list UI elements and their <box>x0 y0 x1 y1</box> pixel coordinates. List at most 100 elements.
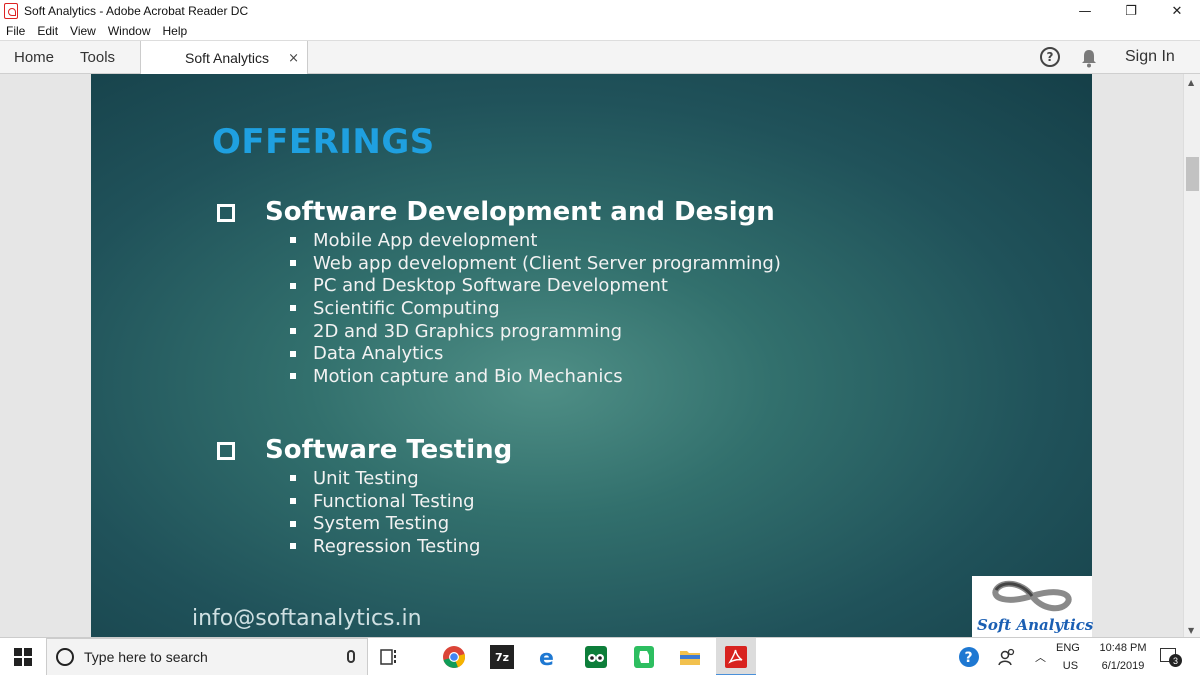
region-code: US <box>1062 660 1079 672</box>
taskbar-search-input[interactable]: Type here to search <box>46 638 368 675</box>
clock[interactable]: 10:48 PM 6/1/2019 <box>1093 638 1153 675</box>
restore-button[interactable]: ❐ <box>1108 0 1154 22</box>
close-tab-icon[interactable]: × <box>288 51 299 66</box>
acrobat-icon <box>4 3 18 19</box>
section-title: Software Testing <box>265 435 513 465</box>
bullet-list: Unit Testing Functional Testing System T… <box>290 467 512 558</box>
document-tab-label: Soft Analytics <box>185 50 270 66</box>
menu-file[interactable]: File <box>6 24 25 38</box>
close-button[interactable]: ✕ <box>1154 0 1200 22</box>
list-item-text: Scientific Computing <box>313 297 500 319</box>
list-item: Web app development (Client Server progr… <box>290 252 781 275</box>
tab-home[interactable]: Home <box>14 49 54 66</box>
clock-date: 6/1/2019 <box>1101 660 1145 672</box>
people-icon[interactable] <box>995 645 1019 669</box>
checkbox-bullet-icon <box>217 204 235 222</box>
section-heading-row: Software Testing <box>217 433 512 467</box>
tab-bar: Home Tools Soft Analytics × ? Sign In <box>0 40 1200 75</box>
tab-tools[interactable]: Tools <box>80 49 115 66</box>
svg-text:e: e <box>539 646 554 669</box>
svg-text:?: ? <box>965 650 973 666</box>
section-testing: Software Testing Unit Testing Functional… <box>217 433 512 558</box>
scroll-down-icon[interactable]: ▼ <box>1188 626 1194 635</box>
slide-title: OFFERINGS <box>212 122 435 162</box>
list-item: Mobile App development <box>290 229 781 252</box>
square-bullet-icon <box>290 328 296 335</box>
file-explorer-icon[interactable] <box>678 645 702 669</box>
list-item-text: System Testing <box>313 513 450 535</box>
tab-document[interactable]: Soft Analytics × <box>140 41 308 75</box>
logo-text: Soft Analytics <box>977 616 1094 634</box>
list-item-text: Web app development (Client Server progr… <box>313 252 781 274</box>
slide-page: OFFERINGS Software Development and Desig… <box>91 74 1094 637</box>
list-item: Functional Testing <box>290 490 512 513</box>
square-bullet-icon <box>290 260 296 267</box>
list-item: 2D and 3D Graphics programming <box>290 320 781 343</box>
list-item-text: Regression Testing <box>313 535 481 557</box>
menu-view[interactable]: View <box>70 24 96 38</box>
list-item-text: 2D and 3D Graphics programming <box>313 320 623 342</box>
language-indicator[interactable]: ENG US <box>1056 638 1080 675</box>
bell-icon[interactable] <box>1080 48 1098 68</box>
menu-bar: File Edit View Window Help <box>0 22 1200 40</box>
square-bullet-icon <box>290 237 296 244</box>
company-logo: Soft Analytics <box>972 576 1094 637</box>
square-bullet-icon <box>290 475 296 482</box>
list-item: Data Analytics <box>290 342 781 365</box>
windows-start-icon[interactable] <box>14 648 32 666</box>
window-controls: — ❐ ✕ <box>1062 0 1200 22</box>
edge-browser-icon[interactable]: e <box>536 645 560 669</box>
infinity-logo-icon <box>992 580 1072 612</box>
vertical-scrollbar[interactable]: ▲ ▼ <box>1183 74 1200 637</box>
7zip-icon[interactable]: 7z <box>490 645 514 669</box>
square-bullet-icon <box>290 350 296 357</box>
menu-help[interactable]: Help <box>163 24 188 38</box>
list-item: System Testing <box>290 512 512 535</box>
section-title: Software Development and Design <box>265 197 775 227</box>
cortana-icon <box>56 648 74 666</box>
menu-window[interactable]: Window <box>108 24 151 38</box>
list-item: PC and Desktop Software Development <box>290 274 781 297</box>
square-bullet-icon <box>290 498 296 505</box>
list-item: Unit Testing <box>290 467 512 490</box>
section-development: Software Development and Design Mobile A… <box>217 195 781 388</box>
list-item-text: Unit Testing <box>313 467 419 489</box>
square-bullet-icon <box>290 520 296 527</box>
microphone-icon[interactable] <box>347 650 355 663</box>
title-bar: Soft Analytics - Adobe Acrobat Reader DC… <box>0 0 1200 22</box>
sign-in-link[interactable]: Sign In <box>1125 48 1175 66</box>
tripadvisor-icon[interactable] <box>584 645 608 669</box>
scroll-thumb[interactable] <box>1186 157 1199 191</box>
document-viewport[interactable]: OFFERINGS Software Development and Desig… <box>0 74 1183 637</box>
square-bullet-icon <box>290 373 296 380</box>
chrome-icon[interactable] <box>442 645 466 669</box>
taskbar: Type here to search 7z e ? ︿ ENG US 10:4… <box>0 637 1200 675</box>
window-title: Soft Analytics - Adobe Acrobat Reader DC <box>24 4 249 18</box>
list-item: Regression Testing <box>290 535 512 558</box>
acrobat-reader-icon[interactable] <box>724 645 748 669</box>
notification-count-badge: 3 <box>1169 654 1182 667</box>
help-icon[interactable]: ? <box>1040 47 1060 67</box>
show-hidden-icons-icon[interactable]: ︿ <box>1035 638 1046 675</box>
square-bullet-icon <box>290 282 296 289</box>
task-view-icon[interactable] <box>378 645 402 669</box>
square-bullet-icon <box>290 543 296 550</box>
menu-edit[interactable]: Edit <box>37 24 58 38</box>
evernote-icon[interactable] <box>632 645 656 669</box>
list-item-text: Data Analytics <box>313 343 444 365</box>
section-heading-row: Software Development and Design <box>217 195 781 229</box>
help-tray-icon[interactable]: ? <box>957 645 981 669</box>
square-bullet-icon <box>290 305 296 312</box>
checkbox-bullet-icon <box>217 442 235 460</box>
search-placeholder: Type here to search <box>84 649 208 665</box>
list-item-text: PC and Desktop Software Development <box>313 275 668 297</box>
language-code: ENG <box>1056 642 1080 654</box>
clock-time: 10:48 PM <box>1099 642 1147 654</box>
scroll-up-icon[interactable]: ▲ <box>1188 78 1194 87</box>
contact-email: info@softanalytics.in <box>192 606 422 631</box>
action-center-icon[interactable]: 3 <box>1160 648 1182 667</box>
minimize-button[interactable]: — <box>1062 0 1108 22</box>
list-item: Scientific Computing <box>290 297 781 320</box>
list-item-text: Mobile App development <box>313 229 538 251</box>
list-item-text: Motion capture and Bio Mechanics <box>313 365 623 387</box>
